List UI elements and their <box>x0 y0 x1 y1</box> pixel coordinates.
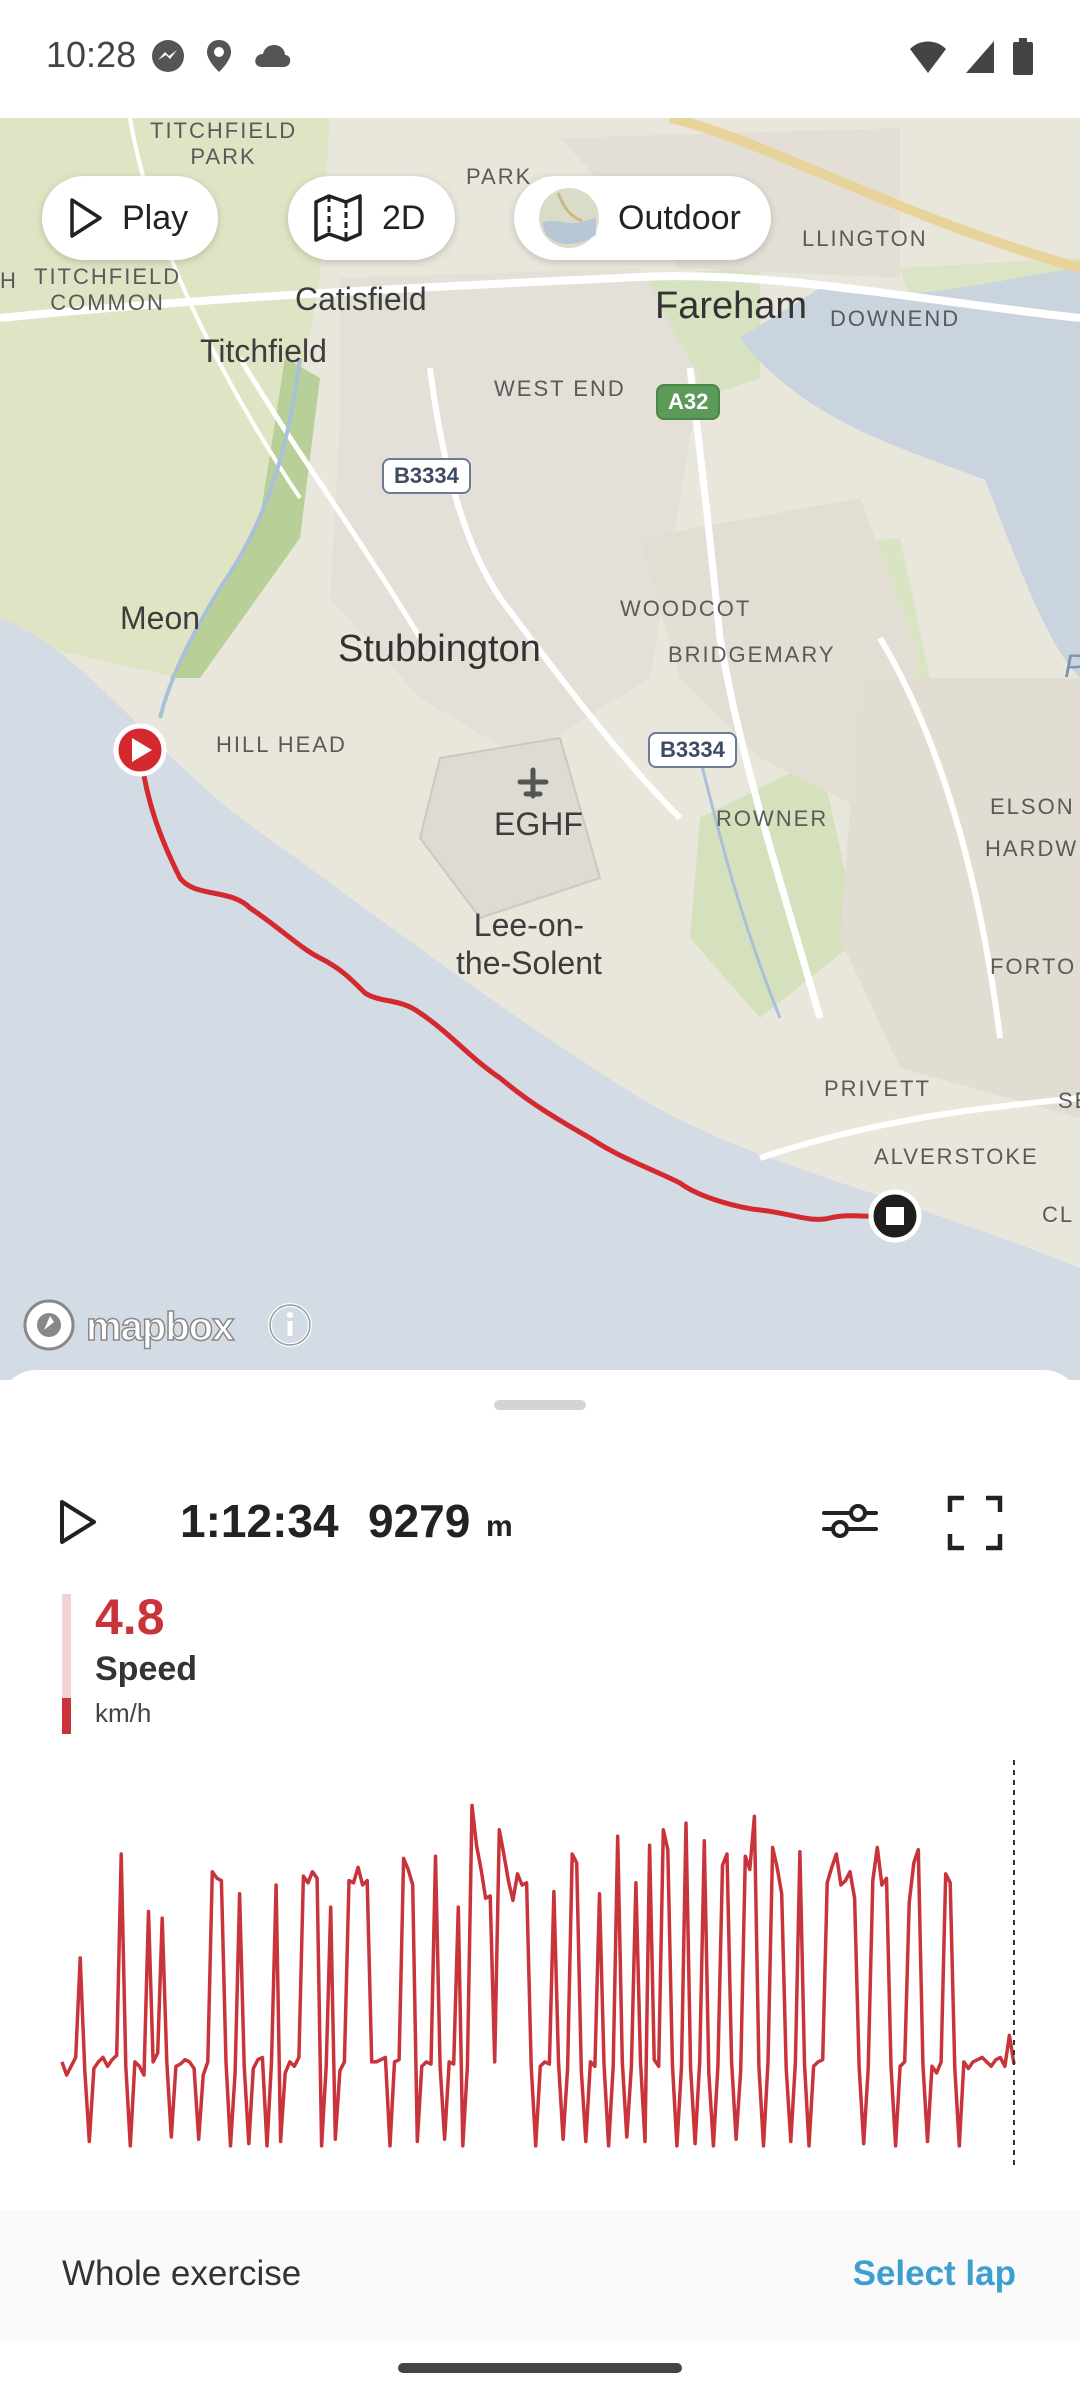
place-woodcot: WOODCOT <box>620 596 752 621</box>
view-mode-chip[interactable]: 2D <box>288 176 456 260</box>
airfield-label: EGHF <box>494 806 583 842</box>
metric-name: Speed <box>95 1650 198 1688</box>
mapbox-wordmark: mapbox <box>85 1304 235 1350</box>
map-style-label: Outdoor <box>618 198 741 237</box>
play-button[interactable] <box>56 1498 100 1551</box>
place-llington: LLINGTON <box>802 226 928 251</box>
signal-icon <box>964 39 996 80</box>
system-icons <box>908 38 1034 81</box>
place-alverstoke: ALVERSTOKE <box>874 1144 1039 1169</box>
place-rowner: ROWNER <box>716 806 829 831</box>
speed-chart-svg[interactable] <box>0 1760 1080 2180</box>
metric-value: 4.8 <box>95 1589 165 1645</box>
place-forto: FORTO <box>990 954 1077 979</box>
map-3d-icon <box>312 192 364 244</box>
location-icon <box>204 38 234 79</box>
map-thumbnail-icon <box>538 187 600 249</box>
playback-controls: 1:12:34 9279 m <box>0 1480 1080 1570</box>
place-catisfield: Catisfield <box>295 281 427 317</box>
speed-chart[interactable] <box>0 1760 1080 2180</box>
sheet-drag-handle[interactable] <box>494 1400 586 1410</box>
place-p: P <box>1064 648 1080 685</box>
place-stubbington: Stubbington <box>338 628 541 670</box>
mapbox-logo-icon <box>22 1298 76 1357</box>
place-titchfield-common: TITCHFIELD COMMON <box>34 264 182 315</box>
info-icon[interactable] <box>267 1302 313 1353</box>
status-bar: 10:28 <box>0 0 1080 118</box>
place-bridgemary: BRIDGEMARY <box>668 642 836 667</box>
route-map[interactable]: TITCHFIELD PARK H TITCHFIELD COMMON Cati… <box>0 118 1080 1380</box>
place-hardw: HARDW <box>985 836 1079 861</box>
duration-value: 1:12:34 <box>180 1495 339 1547</box>
fullscreen-icon[interactable] <box>946 1494 1004 1557</box>
gesture-home-bar[interactable] <box>398 2363 682 2373</box>
place-west-end: WEST END <box>494 376 626 401</box>
play-chip-label: Play <box>122 198 189 237</box>
metric-level-fill <box>62 1698 71 1734</box>
road-shield-b3334-2: B3334 <box>648 732 737 768</box>
place-h: H <box>0 268 18 293</box>
place-titchfield-park: TITCHFIELD PARK <box>150 118 298 169</box>
distance-unit: m <box>486 1510 513 1543</box>
place-privett: PRIVETT <box>824 1076 931 1101</box>
place-hill-head: HILL HEAD <box>216 732 347 757</box>
place-lee-on-the-solent: Lee-on- the-Solent <box>456 907 602 981</box>
mapbox-attribution[interactable]: mapbox <box>22 1298 313 1357</box>
place-se: SE <box>1058 1088 1080 1113</box>
play-icon <box>66 196 104 240</box>
distance-value: 9279 <box>368 1495 471 1547</box>
notification-icons <box>150 38 292 79</box>
place-meon: Meon <box>120 600 201 636</box>
speed-series-line <box>60 1803 1016 2148</box>
lap-selector-bar: Whole exercise Select lap <box>0 2210 1080 2340</box>
place-titchfield: Titchfield <box>200 333 327 369</box>
graph-settings-button[interactable] <box>820 1496 880 1551</box>
wifi-icon <box>908 39 948 80</box>
lap-scope-label: Whole exercise <box>62 2254 302 2293</box>
end-marker[interactable] <box>868 1189 922 1243</box>
select-lap-button[interactable]: Select lap <box>853 2254 1016 2294</box>
status-time: 10:28 <box>46 34 137 75</box>
road-shield-a32: A32 <box>656 384 721 420</box>
map-style-chip[interactable]: Outdoor <box>514 176 771 260</box>
road-shield-b3334: B3334 <box>382 458 471 494</box>
place-cl: CL <box>1042 1202 1075 1227</box>
place-downend: DOWNEND <box>830 306 961 331</box>
place-fareham: Fareham <box>655 285 808 327</box>
place-elson: ELSON <box>990 794 1075 819</box>
messenger-icon <box>150 38 186 79</box>
start-marker[interactable] <box>113 723 167 777</box>
cloud-icon <box>252 41 292 76</box>
metric-unit: km/h <box>95 1698 152 1728</box>
battery-icon <box>1012 38 1034 81</box>
place-park: PARK <box>466 164 533 189</box>
view-mode-label: 2D <box>382 198 426 237</box>
play-chip[interactable]: Play <box>42 176 219 260</box>
